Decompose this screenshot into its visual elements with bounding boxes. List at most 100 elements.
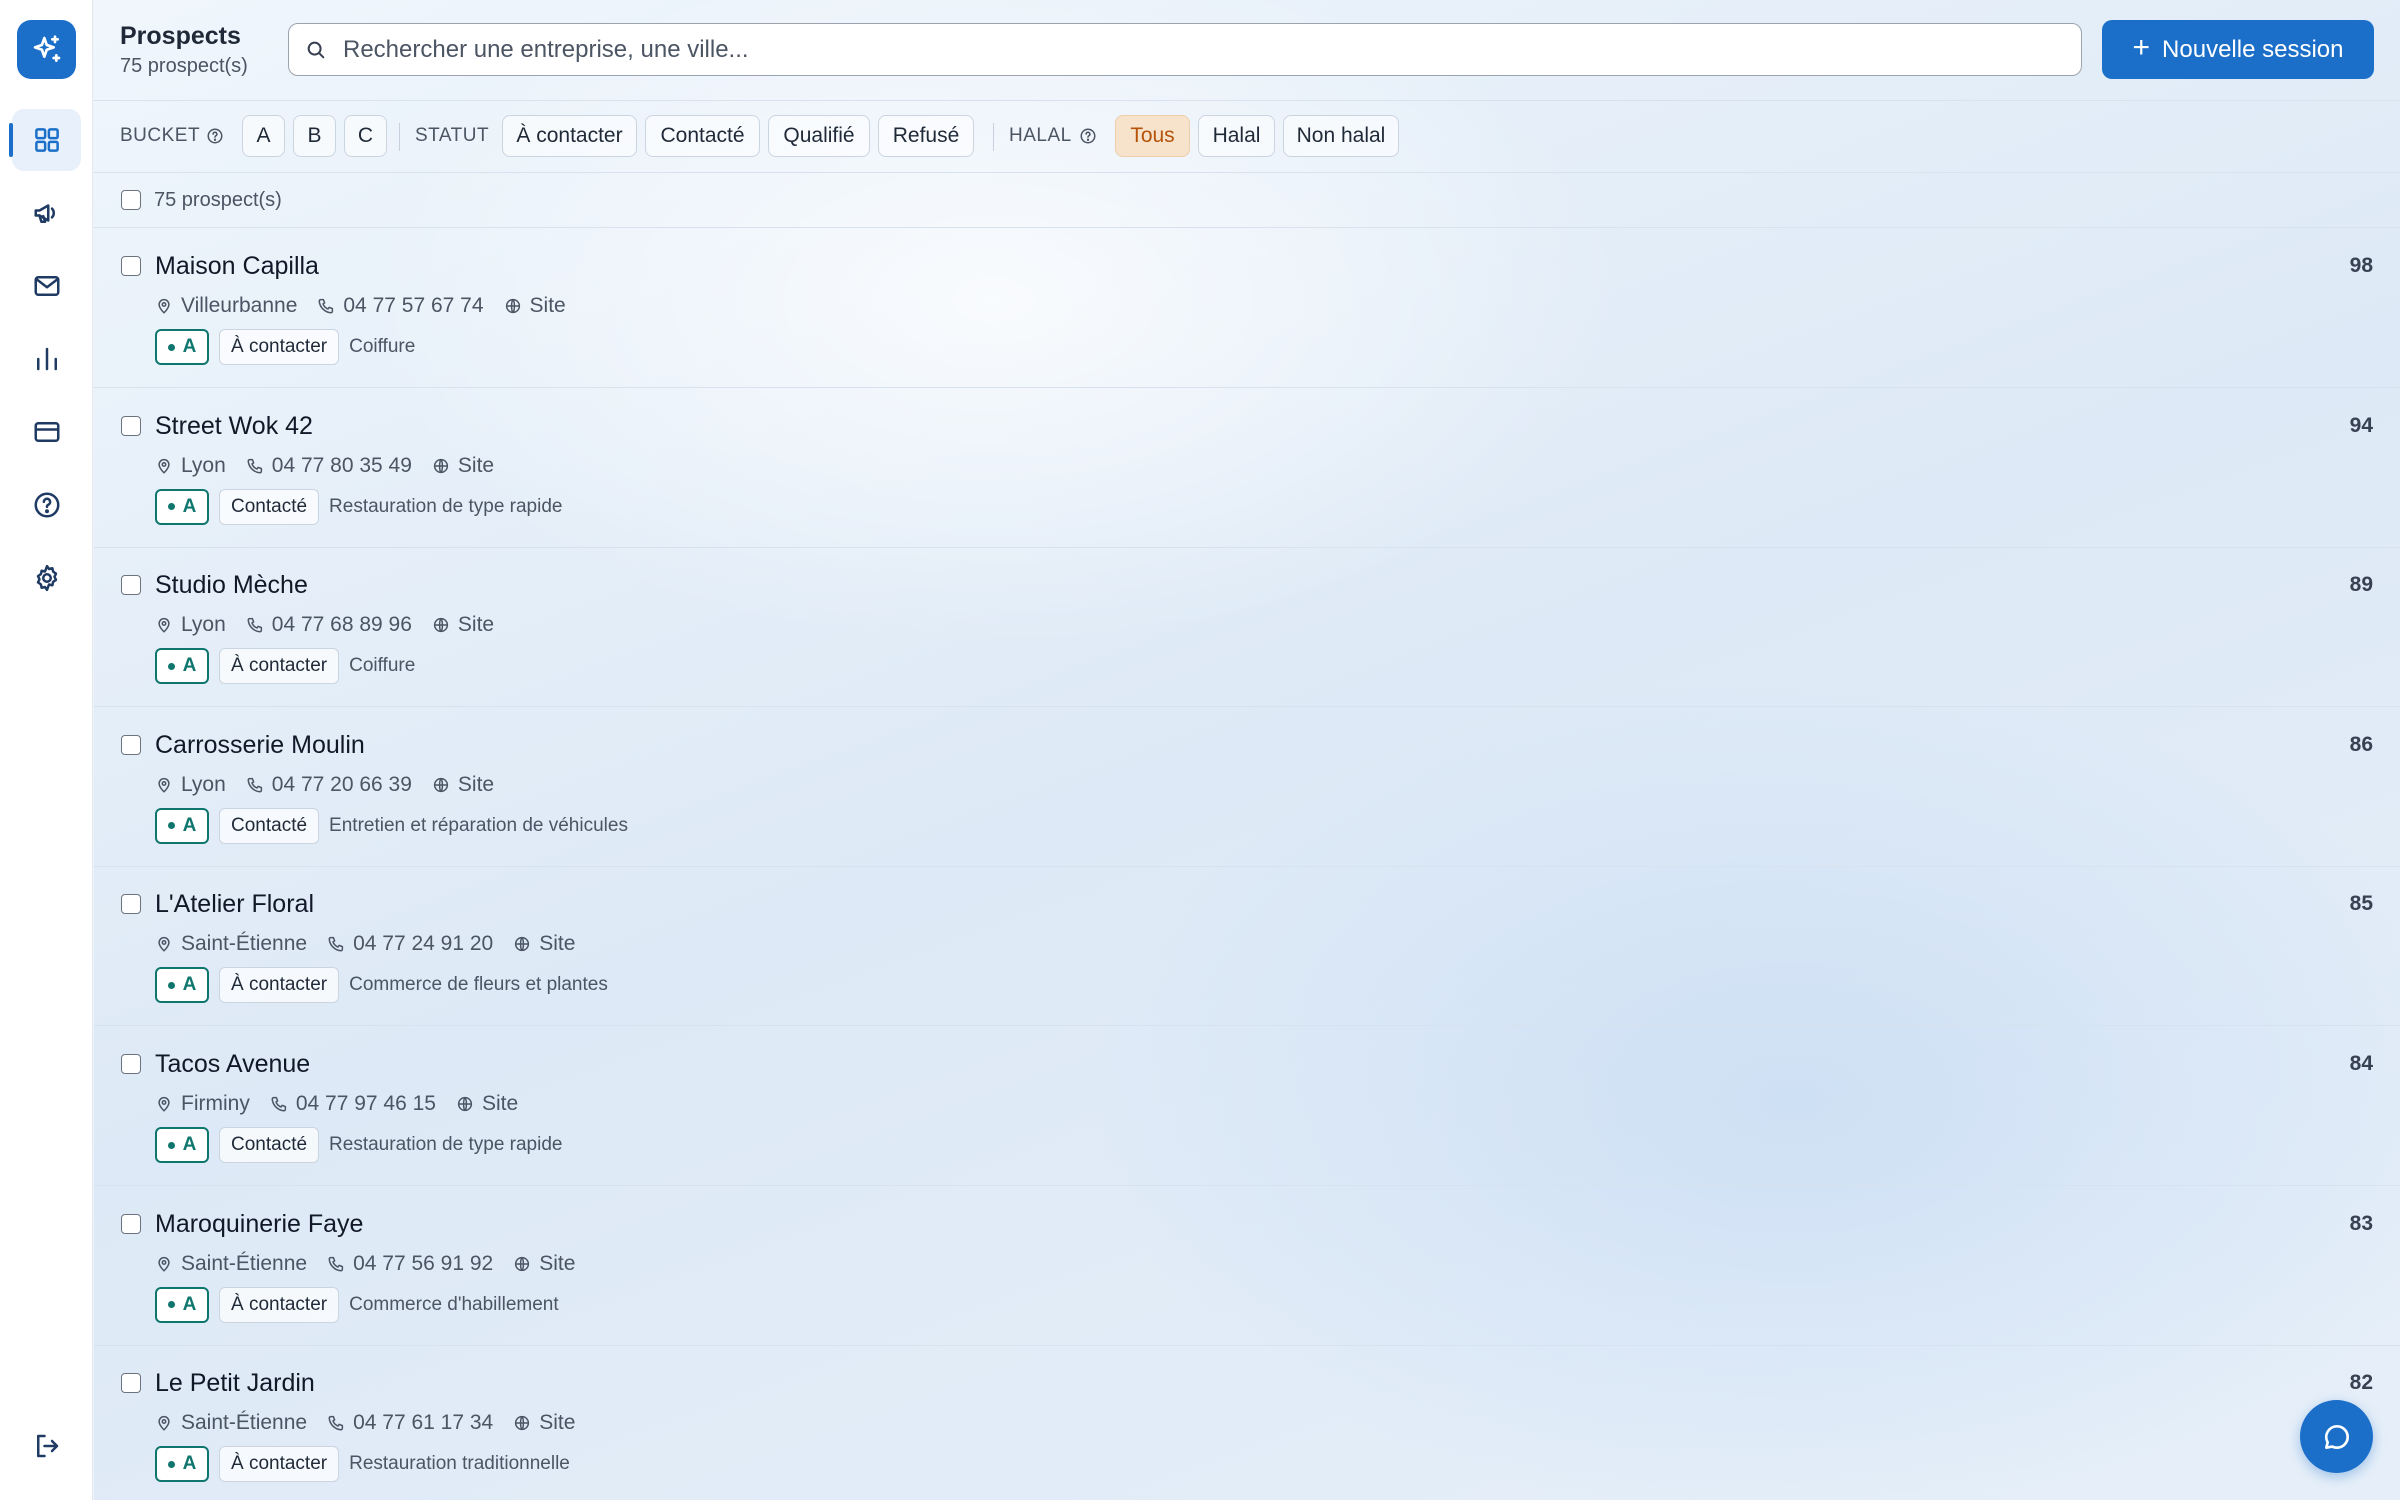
nav-billing[interactable] bbox=[12, 401, 81, 463]
prospect-tags: A Contacté Entretien et réparation de véhi… bbox=[155, 807, 628, 845]
status-chip-refuse[interactable]: Refusé bbox=[878, 115, 974, 157]
prospect-row[interactable]: Studio Mèche 89 Lyon 04 77 68 89 96 Site A À c… bbox=[94, 547, 2400, 708]
prospect-row[interactable]: L'Atelier Floral 85 Saint-Étienne 04 77 24 … bbox=[94, 866, 2400, 1027]
prospect-phone[interactable]: 04 77 61 17 34 bbox=[327, 1411, 493, 1435]
globe-icon bbox=[433, 777, 449, 792]
chat-button[interactable] bbox=[2300, 1400, 2373, 1473]
prospect-score: 84 bbox=[2349, 1052, 2373, 1075]
halal-chip-halal[interactable]: Halal bbox=[1198, 115, 1275, 157]
halal-chip-tous[interactable]: Tous bbox=[1115, 115, 1190, 157]
nav-settings[interactable] bbox=[12, 547, 81, 609]
filter-bar: BUCKET A B C STATUT À contacter Contacté… bbox=[94, 101, 2400, 173]
prospect-phone[interactable]: 04 77 56 91 92 bbox=[327, 1252, 493, 1276]
bucket-badge: A bbox=[155, 967, 209, 1004]
nav-help[interactable] bbox=[12, 474, 81, 536]
row-checkbox[interactable] bbox=[121, 1213, 141, 1234]
prospect-meta: Lyon 04 77 80 35 49 Site bbox=[155, 452, 514, 480]
prospect-phone[interactable]: 04 77 97 46 15 bbox=[270, 1092, 436, 1116]
bucket-chip-c[interactable]: C bbox=[344, 115, 387, 157]
phone-text: 04 77 61 17 34 bbox=[353, 1411, 494, 1435]
prospect-meta: Saint-Étienne 04 77 56 91 92 Site bbox=[155, 1250, 595, 1278]
prospect-site-link[interactable]: Site bbox=[432, 454, 494, 478]
prospect-phone[interactable]: 04 77 80 35 49 bbox=[246, 454, 412, 478]
new-session-button[interactable]: + Nouvelle session bbox=[2102, 20, 2374, 79]
help-circle-icon bbox=[34, 492, 59, 518]
prospect-tags: A Contacté Restauration de type rapide bbox=[155, 488, 562, 526]
row-checkbox[interactable] bbox=[121, 1373, 141, 1394]
prospect-phone[interactable]: 04 77 24 91 20 bbox=[327, 932, 493, 956]
help-circle-icon[interactable] bbox=[1079, 127, 1097, 145]
prospect-row[interactable]: Maroquinerie Faye 83 Saint-Étienne 04 77 56… bbox=[94, 1186, 2400, 1346]
prospect-name[interactable]: Maison Capilla bbox=[155, 252, 319, 281]
status-chip-a-contacter[interactable]: À contacter bbox=[502, 115, 637, 157]
bucket-badge: A bbox=[155, 488, 209, 525]
map-pin-icon bbox=[158, 298, 170, 314]
phone-icon bbox=[247, 618, 262, 633]
row-checkbox[interactable] bbox=[121, 1054, 141, 1074]
prospect-row[interactable]: Le Petit Jardin 82 Saint-Étienne 04 77 61 1… bbox=[94, 1345, 2400, 1500]
prospect-row[interactable]: Tacos Avenue 84 Firminy 04 77 97 46 15 Site A… bbox=[94, 1026, 2400, 1186]
prospect-name[interactable]: Street Wok 42 bbox=[155, 412, 313, 441]
search-input[interactable] bbox=[343, 32, 2063, 68]
map-pin-icon bbox=[158, 1256, 170, 1272]
prospect-site-link[interactable]: Site bbox=[504, 294, 566, 318]
prospect-phone[interactable]: 04 77 20 66 39 bbox=[246, 773, 412, 797]
phone-text: 04 77 80 35 49 bbox=[271, 453, 412, 477]
prospect-site-link[interactable]: Site bbox=[432, 613, 494, 637]
prospect-site-link[interactable]: Site bbox=[513, 1411, 575, 1435]
prospect-count: 75 prospect(s) bbox=[154, 189, 282, 211]
status-chip-qualifie[interactable]: Qualifié bbox=[768, 115, 870, 157]
row-checkbox[interactable] bbox=[121, 894, 141, 915]
bucket-chip-b[interactable]: B bbox=[293, 115, 336, 157]
nav-logout[interactable] bbox=[12, 1415, 81, 1477]
bucket-badge: A bbox=[155, 807, 209, 844]
divider bbox=[993, 123, 994, 151]
site-text: Site bbox=[481, 1092, 519, 1115]
select-all-checkbox[interactable] bbox=[121, 190, 141, 210]
prospect-row[interactable]: Street Wok 42 94 Lyon 04 77 80 35 49 Site A Co… bbox=[94, 388, 2400, 548]
prospect-site-link[interactable]: Site bbox=[432, 773, 494, 797]
row-checkbox[interactable] bbox=[121, 256, 141, 276]
prospect-site-link[interactable]: Site bbox=[513, 932, 575, 956]
help-circle-icon[interactable] bbox=[206, 127, 224, 145]
row-checkbox[interactable] bbox=[121, 575, 141, 596]
prospect-meta: Firminy 04 77 97 46 15 Site bbox=[155, 1090, 538, 1118]
prospect-row[interactable]: Maison Capilla 98 Villeurbanne 04 77 57 67 … bbox=[94, 228, 2400, 388]
bucket-chip-a[interactable]: A bbox=[242, 115, 285, 157]
plus-icon: + bbox=[2132, 31, 2151, 64]
prospect-name[interactable]: Carrosserie Moulin bbox=[155, 731, 365, 760]
globe-icon bbox=[433, 618, 449, 633]
globe-icon bbox=[515, 1256, 530, 1271]
phone-icon bbox=[318, 298, 334, 314]
prospect-city: Lyon bbox=[155, 454, 226, 478]
prospect-score: 83 bbox=[2349, 1211, 2373, 1235]
app-logo[interactable] bbox=[17, 20, 76, 79]
prospect-row[interactable]: Carrosserie Moulin 86 Lyon 04 77 20 66 39 Si… bbox=[94, 707, 2400, 867]
bucket-text: A bbox=[182, 655, 197, 677]
prospect-name[interactable]: L'Atelier Floral bbox=[155, 890, 314, 919]
nav-stats[interactable] bbox=[12, 328, 81, 390]
row-checkbox[interactable] bbox=[121, 734, 141, 755]
bucket-text: A bbox=[182, 336, 197, 357]
phone-text: 04 77 68 89 96 bbox=[271, 613, 412, 637]
nav-mail[interactable] bbox=[12, 255, 81, 317]
prospect-name[interactable]: Maroquinerie Faye bbox=[155, 1210, 363, 1239]
halal-chip-non-halal[interactable]: Non halal bbox=[1283, 115, 1399, 157]
nav-dashboard[interactable] bbox=[9, 109, 81, 171]
status-chip-contacte[interactable]: Contacté bbox=[645, 115, 760, 157]
prospect-tags: A À contacter Coiffure bbox=[155, 328, 415, 366]
prospect-site-link[interactable]: Site bbox=[456, 1092, 518, 1116]
main-content: Prospects 75 prospect(s) + Nouvelle sess… bbox=[94, 0, 2400, 1500]
search-box[interactable] bbox=[288, 23, 2082, 76]
search-icon bbox=[307, 41, 325, 59]
nav-campaigns[interactable] bbox=[12, 182, 81, 244]
prospect-phone[interactable]: 04 77 68 89 96 bbox=[246, 613, 412, 637]
prospect-score: 86 bbox=[2349, 732, 2373, 756]
prospect-phone[interactable]: 04 77 57 67 74 bbox=[317, 294, 484, 318]
prospect-site-link[interactable]: Site bbox=[513, 1252, 575, 1276]
prospect-name[interactable]: Tacos Avenue bbox=[155, 1050, 310, 1079]
prospect-name[interactable]: Le Petit Jardin bbox=[155, 1369, 315, 1398]
prospect-name[interactable]: Studio Mèche bbox=[155, 571, 308, 600]
map-pin-icon bbox=[158, 1416, 170, 1431]
row-checkbox[interactable] bbox=[121, 415, 141, 436]
